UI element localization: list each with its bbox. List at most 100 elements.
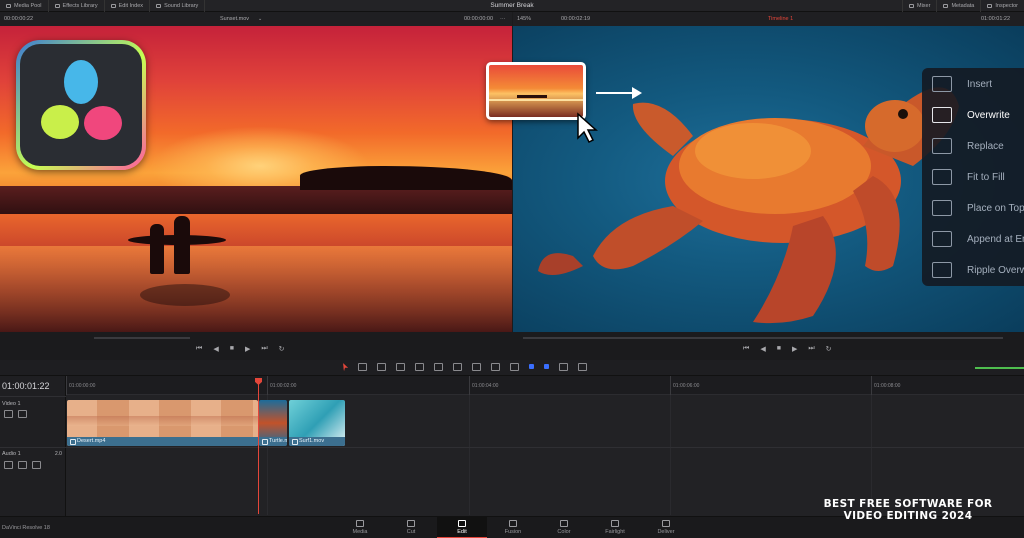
clip-label: Surf1.mov — [289, 437, 345, 446]
edit-index-button[interactable]: Edit Index — [105, 0, 151, 12]
more-options-icon[interactable]: ··· — [500, 16, 506, 22]
page-tab-color[interactable]: Color — [539, 517, 589, 538]
loop-icon[interactable]: ↻ — [279, 345, 285, 353]
video-track-controls — [4, 410, 27, 418]
timeline-transport-bar: ⏮ ◀ ■ ▶ ⏭ ↻ — [513, 332, 1024, 360]
top-toolbar: Media Pool Effects Library Edit Index So… — [0, 0, 1024, 12]
blade-tool-icon[interactable] — [396, 363, 405, 371]
dragged-clip-thumbnail[interactable] — [486, 62, 586, 120]
solo-track-icon[interactable] — [18, 461, 27, 469]
play-reverse-icon[interactable]: ◀ — [760, 345, 765, 353]
trim-tool-icon[interactable] — [358, 363, 367, 371]
stop-icon[interactable]: ■ — [777, 345, 781, 353]
timeline-track-headers: 01:00:01:22 Video 1 Audio 1 2.0 — [0, 376, 66, 516]
overwrite-clip-icon[interactable] — [434, 363, 443, 371]
timeline-name[interactable]: Timeline 1 — [768, 16, 793, 22]
play-icon[interactable]: ▶ — [245, 345, 250, 353]
grid-line — [871, 395, 872, 515]
track-divider — [0, 447, 66, 448]
clip-label: Desert.mp4 — [67, 437, 258, 446]
menu-item-append-at-end[interactable]: Append at End — [922, 224, 1024, 254]
page-tab-edit[interactable]: Edit — [437, 517, 487, 538]
media-pool-button[interactable]: Media Pool — [0, 0, 49, 12]
reflection — [140, 284, 230, 306]
insert-icon — [932, 76, 952, 92]
skip-back-icon[interactable]: ⏮ — [743, 345, 749, 353]
timeline-scrub-bar[interactable] — [523, 337, 1003, 339]
edit-tools — [343, 363, 587, 371]
sound-library-icon — [156, 3, 162, 8]
play-icon[interactable]: ▶ — [792, 345, 797, 353]
track-divider — [66, 447, 1024, 448]
lock-track-icon[interactable] — [4, 410, 13, 418]
page-tab-media[interactable]: Media — [335, 517, 385, 538]
audio-track-name: Audio 1 — [2, 451, 21, 457]
marker-icon[interactable] — [544, 364, 549, 369]
ripple-overwrite-icon — [932, 262, 952, 278]
replace-icon — [932, 138, 952, 154]
position-lock-icon[interactable] — [510, 363, 519, 371]
source-timecode-left: 00:00:00:22 — [4, 16, 34, 22]
horizon — [0, 186, 512, 216]
edit-index-icon — [110, 3, 116, 8]
deliver-page-icon — [662, 520, 670, 527]
timeline-toolbar — [0, 360, 1024, 376]
menu-item-fit-to-fill[interactable]: Fit to Fill — [922, 162, 1024, 192]
chevron-down-icon[interactable]: ⌄ — [258, 16, 262, 22]
playhead[interactable] — [258, 380, 259, 514]
timeline-tracks-area[interactable] — [66, 376, 1024, 516]
timeline-clip[interactable]: Turtle.mov — [259, 400, 287, 446]
replace-clip-icon[interactable] — [453, 363, 462, 371]
effects-library-button[interactable]: Effects Library — [49, 0, 105, 12]
page-tab-fusion[interactable]: Fusion — [488, 517, 538, 538]
source-viewer-header: 00:00:00:22 Sunset.mov ⌄ 00:00:00:00 ··· — [0, 12, 512, 26]
caption-line-1: Best Free Software for — [823, 498, 993, 510]
loop-icon[interactable]: ↻ — [826, 345, 832, 353]
insert-clip-icon[interactable] — [415, 363, 424, 371]
skip-forward-icon[interactable]: ⏭ — [808, 345, 814, 353]
timeline-ruler[interactable]: 01:00:00:00 01:00:02:00 01:00:04:00 01:0… — [66, 376, 1024, 395]
stop-icon[interactable]: ■ — [230, 345, 234, 353]
menu-item-overwrite[interactable]: Overwrite — [922, 100, 1024, 130]
video-track-name: Video 1 — [2, 401, 21, 407]
detail-zoom-icon[interactable] — [559, 363, 568, 371]
viewer-zoom[interactable]: 145% — [517, 16, 531, 22]
color-page-icon — [560, 520, 568, 527]
skip-back-icon[interactable]: ⏮ — [196, 345, 202, 353]
menu-item-place-on-top[interactable]: Place on Top — [922, 193, 1024, 223]
track-divider — [0, 396, 66, 397]
menu-item-insert[interactable]: Insert — [922, 69, 1024, 99]
inspector-button[interactable]: Inspector — [980, 0, 1024, 12]
play-reverse-icon[interactable]: ◀ — [213, 345, 218, 353]
lock-track-icon[interactable] — [4, 461, 13, 469]
page-tab-fairlight[interactable]: Fairlight — [590, 517, 640, 538]
zoom-icon[interactable] — [578, 363, 587, 371]
fit-to-fill-icon — [932, 169, 952, 185]
metadata-button[interactable]: Metadata — [936, 0, 980, 12]
page-tab-cut[interactable]: Cut — [386, 517, 436, 538]
timeline-clip[interactable]: Surf1.mov — [289, 400, 345, 446]
linked-selection-icon[interactable] — [491, 363, 500, 371]
ruler-label: 01:00:06:00 — [673, 383, 700, 389]
menu-item-ripple-overwrite[interactable]: Ripple Overwrite — [922, 255, 1024, 285]
auto-track-icon[interactable] — [18, 410, 27, 418]
audio-track-controls — [4, 461, 41, 469]
snapping-icon[interactable] — [472, 363, 481, 371]
ruler-label: 01:00:08:00 — [874, 383, 901, 389]
timeline-clip[interactable]: Desert.mp4 — [67, 400, 258, 446]
mixer-button[interactable]: Mixer — [901, 0, 936, 12]
sound-library-button[interactable]: Sound Library — [150, 0, 206, 12]
menu-item-replace[interactable]: Replace — [922, 131, 1024, 161]
source-timecode-right: 00:00:00:00 — [464, 16, 494, 22]
audio-volume-meter[interactable] — [975, 367, 1024, 369]
skip-forward-icon[interactable]: ⏭ — [261, 345, 267, 353]
flag-icon[interactable] — [529, 364, 534, 369]
dynamic-trim-icon[interactable] — [377, 363, 386, 371]
selection-tool-icon[interactable] — [343, 363, 348, 371]
place-on-top-icon — [932, 200, 952, 216]
source-clip-name[interactable]: Sunset.mov — [220, 16, 249, 22]
source-scrub-bar[interactable] — [94, 337, 190, 339]
mute-track-icon[interactable] — [32, 461, 41, 469]
grid-line — [670, 395, 671, 515]
page-tab-deliver[interactable]: Deliver — [641, 517, 691, 538]
